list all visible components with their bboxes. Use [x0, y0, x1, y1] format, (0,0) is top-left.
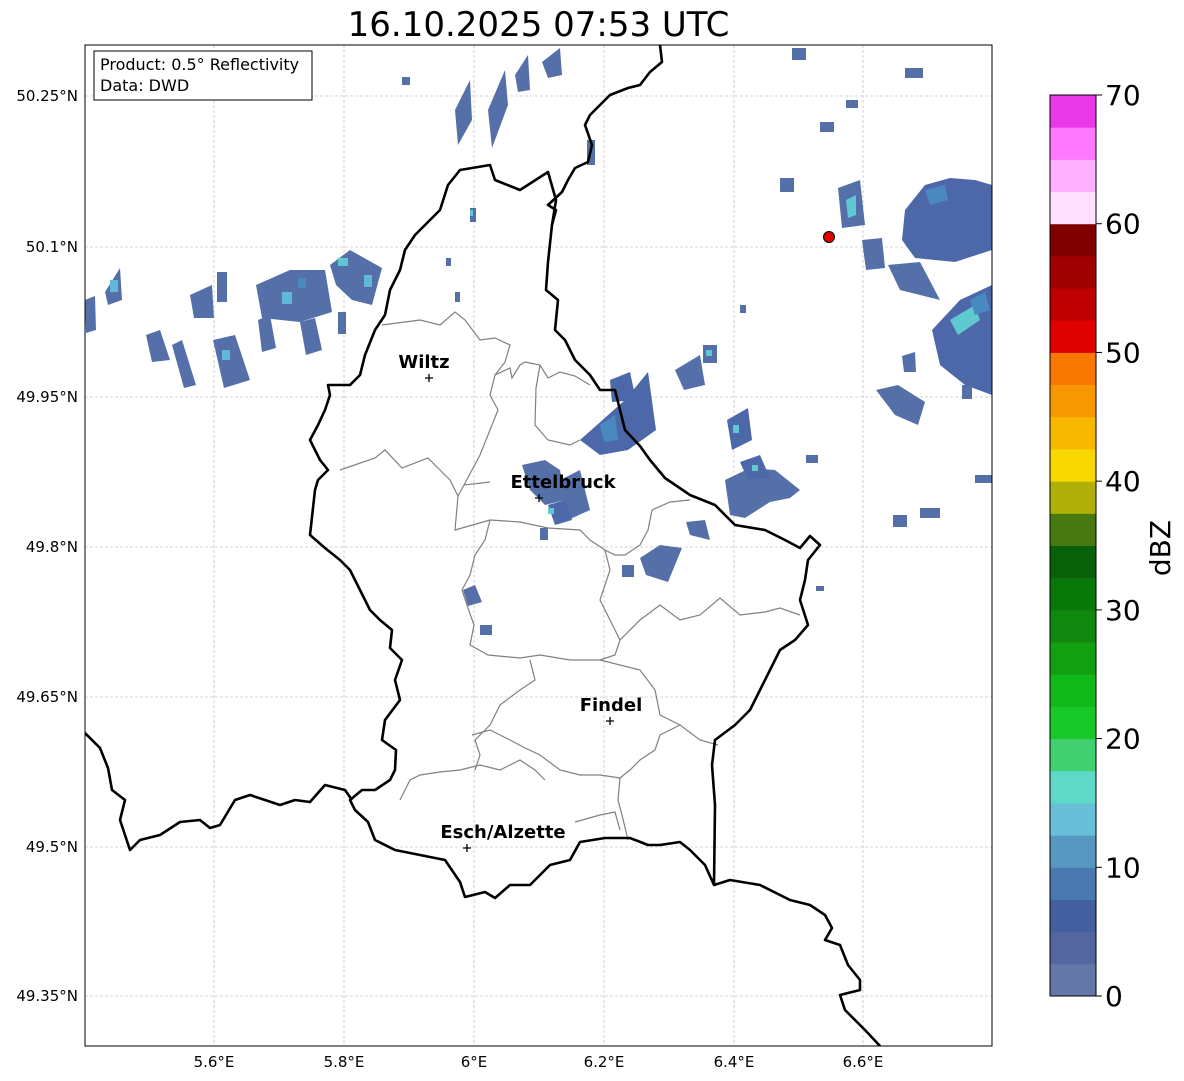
colorbar-segment — [1050, 545, 1096, 579]
colorbar-segment — [1050, 481, 1096, 514]
city-label-esch-alzette: Esch/Alzette — [440, 822, 565, 843]
lon-tick-label: 6.6°E — [843, 1053, 884, 1071]
national-borders — [85, 45, 881, 1046]
colorbar-segment — [1050, 255, 1096, 289]
colorbar-segment — [1050, 931, 1096, 965]
colorbar-segment — [1050, 706, 1096, 740]
colorbar-segment — [1050, 95, 1096, 128]
colorbar-segment — [1050, 802, 1096, 836]
colorbar-segment — [1050, 191, 1096, 225]
colorbar-tick-label: 60 — [1105, 208, 1141, 241]
colorbar-segment — [1050, 867, 1096, 900]
colorbar-segment — [1050, 384, 1096, 418]
info-data-source: Data: DWD — [100, 76, 189, 95]
colorbar-segment — [1050, 416, 1096, 450]
colorbar: 0 10 20 30 40 50 60 70 dBZ — [1049, 79, 1177, 1013]
colorbar-segment — [1050, 899, 1096, 933]
colorbar-segment — [1050, 963, 1096, 997]
city-marker-findel — [606, 717, 614, 725]
lon-tick-label: 5.8°E — [324, 1053, 365, 1071]
lat-tick-label: 50.1°N — [26, 238, 78, 256]
city-label-wiltz: Wiltz — [398, 352, 449, 373]
colorbar-segment — [1050, 223, 1096, 257]
lat-tick-labels: 50.25°N 50.1°N 49.95°N 49.8°N 49.65°N 49… — [16, 87, 78, 1005]
colorbar-tick-label: 40 — [1105, 465, 1141, 498]
colorbar-segment — [1050, 127, 1096, 160]
radar-map: Product: 0.5° Reflectivity Data: DWD Wil… — [16, 44, 1177, 1071]
lon-tick-label: 6.4°E — [714, 1053, 755, 1071]
colorbar-ticks: 0 10 20 30 40 50 60 70 — [1096, 79, 1141, 1013]
colorbar-tick-label: 10 — [1105, 851, 1141, 884]
city-label-findel: Findel — [580, 695, 643, 716]
radar-site-marker — [823, 231, 835, 243]
colorbar-segment — [1050, 835, 1096, 868]
colorbar-tick-label: 20 — [1105, 723, 1141, 756]
colorbar-segment — [1050, 159, 1096, 193]
colorbar-title: dBZ — [1144, 520, 1177, 576]
colorbar-segment — [1050, 288, 1096, 321]
lat-tick-label: 50.25°N — [16, 87, 78, 105]
lon-tick-label: 5.6°E — [194, 1053, 235, 1071]
lat-tick-label: 49.35°N — [16, 987, 78, 1005]
colorbar-segment — [1050, 513, 1096, 546]
lon-tick-label: 6°E — [461, 1053, 488, 1071]
lon-tick-label: 6.2°E — [584, 1053, 625, 1071]
city-markers — [425, 374, 614, 852]
canton-boundaries — [339, 311, 801, 841]
colorbar-segment — [1050, 770, 1096, 804]
info-box: Product: 0.5° Reflectivity Data: DWD — [93, 50, 313, 101]
lat-tick-label: 49.8°N — [26, 538, 78, 556]
colorbar-segment — [1050, 674, 1096, 707]
colorbar-segments — [1050, 95, 1096, 997]
city-marker-wiltz — [425, 374, 433, 382]
colorbar-segment — [1050, 609, 1096, 643]
lat-tick-label: 49.65°N — [16, 688, 78, 706]
lat-tick-label: 49.5°N — [26, 838, 78, 856]
lat-tick-label: 49.95°N — [16, 388, 78, 406]
colorbar-tick-label: 0 — [1105, 980, 1123, 1013]
colorbar-segment — [1050, 320, 1096, 353]
lon-tick-labels: 5.6°E 5.8°E 6°E 6.2°E 6.4°E 6.6°E — [194, 1053, 884, 1071]
city-marker-esch — [463, 844, 471, 852]
colorbar-segment — [1050, 738, 1096, 772]
colorbar-segment — [1050, 577, 1096, 611]
colorbar-segment — [1050, 642, 1096, 675]
colorbar-segment — [1050, 448, 1096, 482]
colorbar-segment — [1050, 352, 1096, 386]
info-product: Product: 0.5° Reflectivity — [100, 55, 299, 74]
colorbar-tick-label: 50 — [1105, 336, 1141, 369]
city-label-ettelbruck: Ettelbruck — [510, 472, 616, 493]
colorbar-tick-label: 30 — [1105, 594, 1141, 627]
colorbar-tick-label: 70 — [1105, 79, 1141, 112]
